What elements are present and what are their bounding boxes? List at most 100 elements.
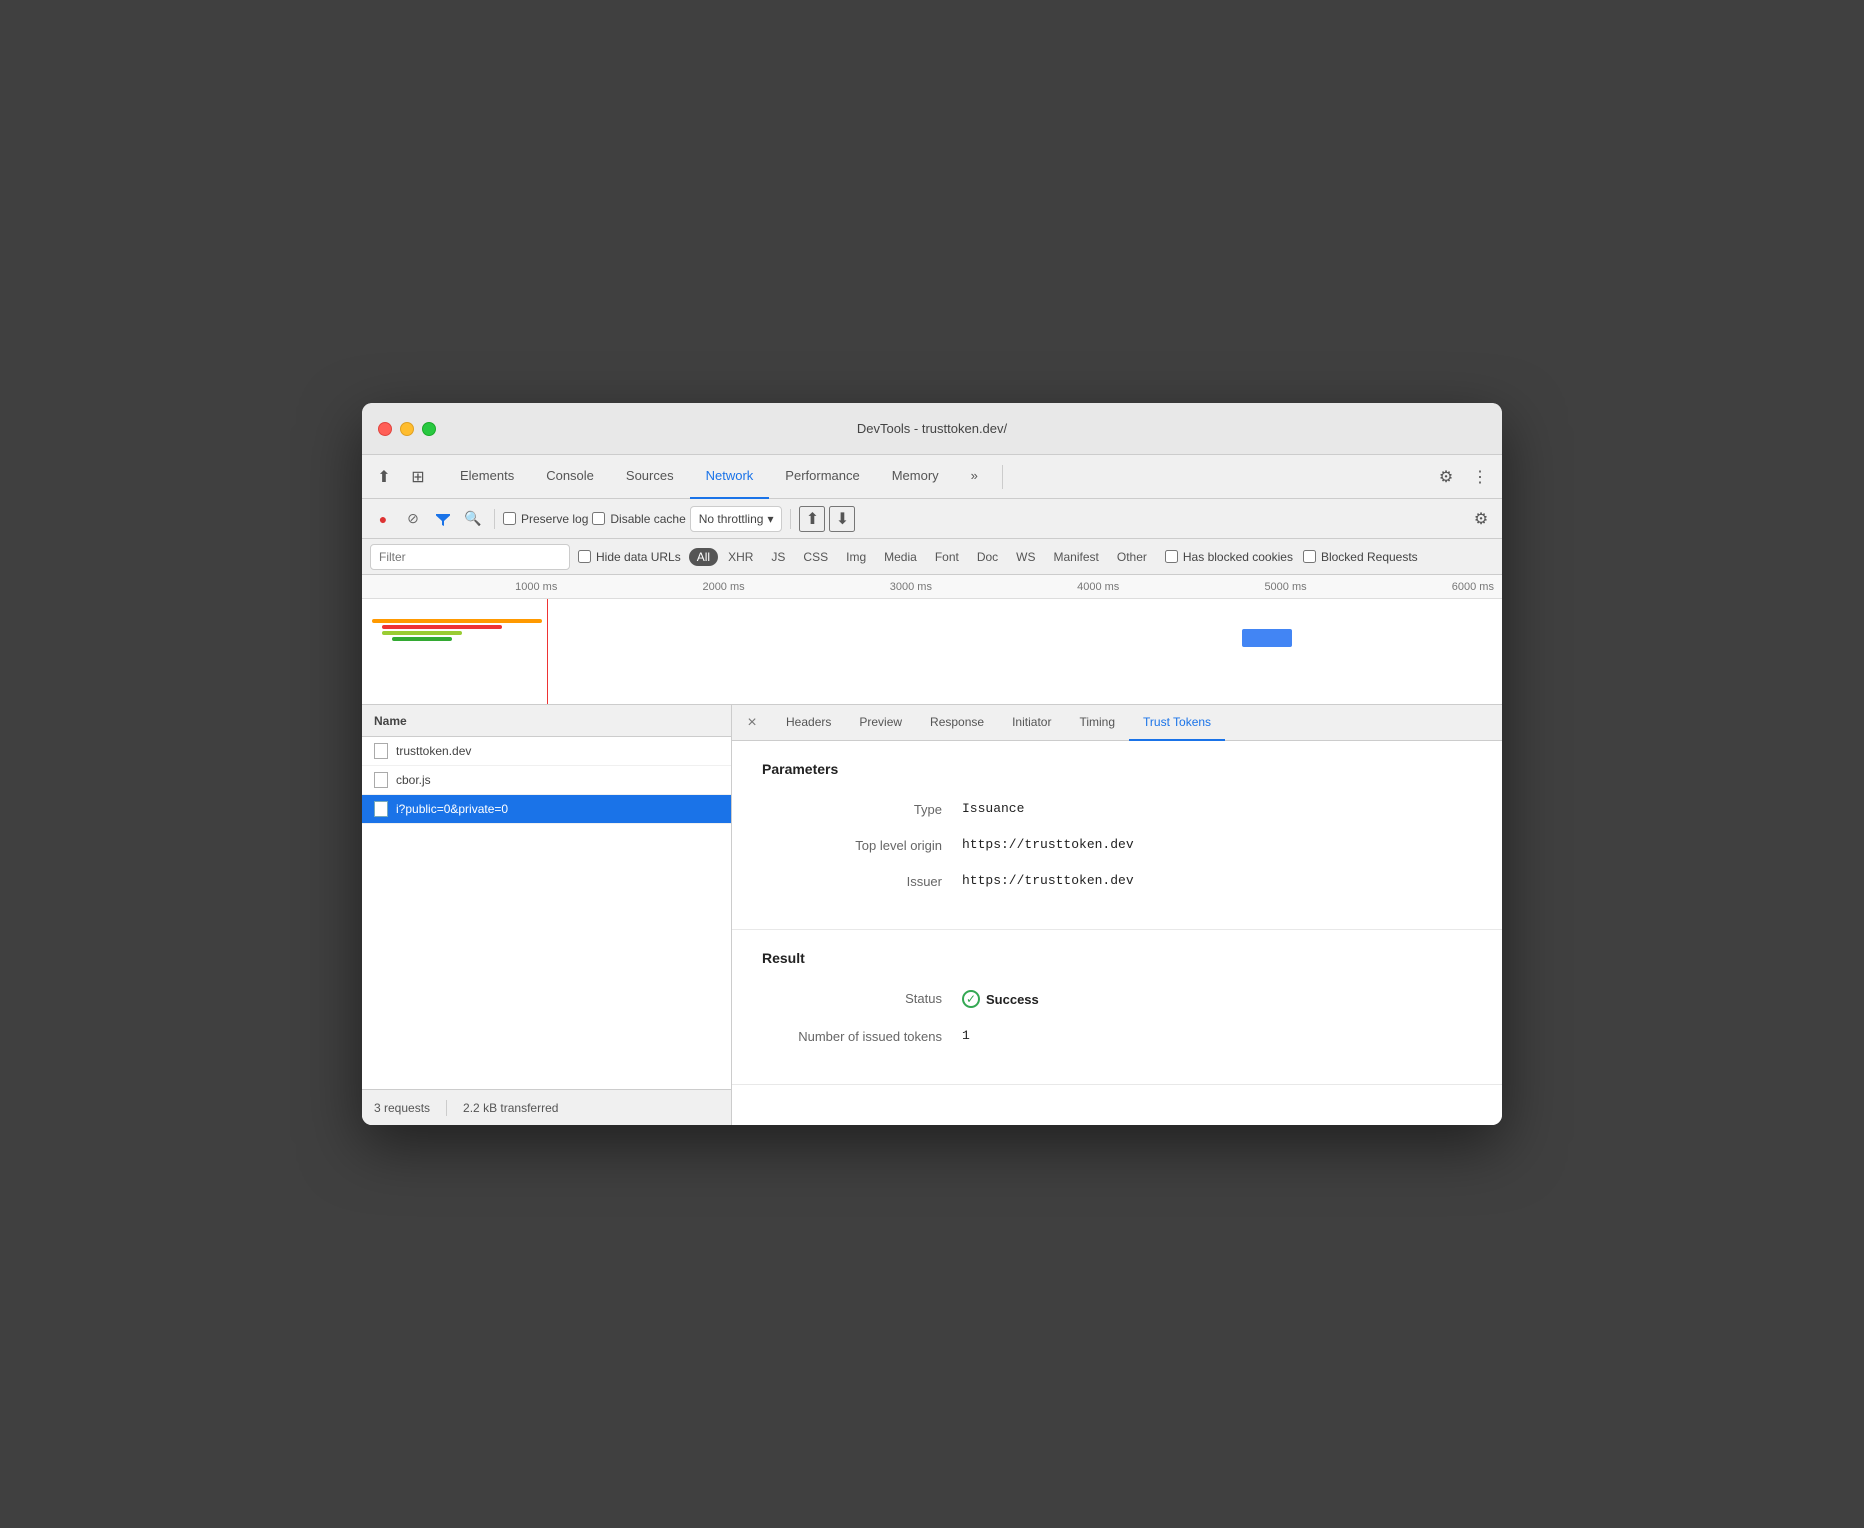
has-blocked-cookies-checkbox[interactable]: [1165, 550, 1178, 563]
result-section: Result Status ✓ Success Number of issued…: [732, 930, 1502, 1085]
filter-type-doc[interactable]: Doc: [969, 548, 1006, 566]
ruler-5000ms: 5000 ms: [1119, 581, 1306, 593]
left-panel-footer: 3 requests 2.2 kB transferred: [362, 1089, 731, 1125]
tab-bar: ⬆ ⊞ Elements Console Sources Network Per…: [362, 455, 1502, 499]
status-label: Status: [762, 990, 942, 1006]
timeline[interactable]: 1000 ms 2000 ms 3000 ms 4000 ms 5000 ms …: [362, 575, 1502, 705]
tab-performance[interactable]: Performance: [769, 455, 875, 499]
filter-type-font[interactable]: Font: [927, 548, 967, 566]
ruler-2000ms: 2000 ms: [557, 581, 744, 593]
filter-button[interactable]: [430, 506, 456, 532]
disable-cache-checkbox[interactable]: [592, 512, 605, 525]
close-panel-button[interactable]: ×: [740, 711, 764, 735]
issuer-value: https://trusttoken.dev: [962, 873, 1134, 888]
ruler-4000ms: 4000 ms: [932, 581, 1119, 593]
timeline-dcl-marker: [547, 599, 548, 705]
filter-type-other[interactable]: Other: [1109, 548, 1155, 566]
filter-input[interactable]: [370, 544, 570, 570]
request-item-cbor[interactable]: cbor.js: [362, 766, 731, 795]
panel-tab-preview[interactable]: Preview: [845, 705, 916, 741]
hide-data-urls-label[interactable]: Hide data URLs: [578, 550, 681, 564]
panel-tab-initiator[interactable]: Initiator: [998, 705, 1065, 741]
more-icon-btn[interactable]: ⋮: [1466, 463, 1494, 491]
toolbar: ● ⊘ 🔍 Preserve log Disable cache No thro…: [362, 499, 1502, 539]
trust-tokens-content: Parameters Type Issuance Top level origi…: [732, 741, 1502, 1125]
success-icon: ✓: [962, 990, 980, 1008]
result-title: Result: [762, 950, 1472, 966]
timeline-bar-green: [392, 637, 452, 641]
layers-icon-btn[interactable]: ⊞: [404, 463, 432, 491]
panel-tab-headers[interactable]: Headers: [772, 705, 845, 741]
tab-separator: [1002, 465, 1003, 489]
timeline-bar-purple: [382, 631, 462, 635]
panel-tab-timing[interactable]: Timing: [1065, 705, 1129, 741]
cursor-icon-btn[interactable]: ⬆: [370, 463, 398, 491]
ruler-3000ms: 3000 ms: [745, 581, 932, 593]
filter-type-media[interactable]: Media: [876, 548, 925, 566]
timeline-waterfall-bars: [372, 619, 542, 641]
type-row: Type Issuance: [762, 801, 1472, 817]
filter-type-xhr[interactable]: XHR: [720, 548, 761, 566]
panel-tab-trust-tokens[interactable]: Trust Tokens: [1129, 705, 1225, 741]
filter-types: All XHR JS CSS Img Media Font Doc WS Man…: [689, 548, 1418, 566]
tab-elements[interactable]: Elements: [444, 455, 530, 499]
footer-separator: [446, 1100, 447, 1116]
toolbar-sep-1: [494, 509, 495, 529]
settings-icon-btn[interactable]: ⚙: [1432, 463, 1460, 491]
blocked-requests-checkbox[interactable]: [1303, 550, 1316, 563]
file-icon: [374, 743, 388, 759]
blocked-requests-label[interactable]: Blocked Requests: [1303, 550, 1418, 564]
toolbar-sep-2: [790, 509, 791, 529]
disable-cache-label[interactable]: Disable cache: [592, 512, 685, 526]
issuer-label: Issuer: [762, 873, 942, 889]
filter-type-img[interactable]: Img: [838, 548, 874, 566]
tab-network[interactable]: Network: [690, 455, 770, 499]
import-button[interactable]: ⬆: [799, 506, 825, 532]
status-row: Status ✓ Success: [762, 990, 1472, 1008]
maximize-traffic-light[interactable]: [422, 422, 436, 436]
hide-data-urls-checkbox[interactable]: [578, 550, 591, 563]
tab-console[interactable]: Console: [530, 455, 610, 499]
footer-requests: 3 requests: [374, 1101, 430, 1115]
left-panel: Name trusttoken.dev cbor.js i?public=0&p…: [362, 705, 732, 1125]
title-bar: DevTools - trusttoken.dev/: [362, 403, 1502, 455]
export-button[interactable]: ⬇: [829, 506, 855, 532]
request-item-issuance[interactable]: i?public=0&private=0: [362, 795, 731, 824]
chevron-down-icon: ▾: [767, 512, 773, 526]
tab-more[interactable]: »: [955, 455, 994, 499]
filter-type-js[interactable]: JS: [763, 548, 793, 566]
timeline-load-marker: [1242, 629, 1292, 647]
timeline-graph: [362, 599, 1502, 705]
filter-type-manifest[interactable]: Manifest: [1046, 548, 1107, 566]
top-level-origin-label: Top level origin: [762, 837, 942, 853]
request-name-trusttoken: trusttoken.dev: [396, 744, 471, 758]
record-button[interactable]: ●: [370, 506, 396, 532]
request-item-trusttoken[interactable]: trusttoken.dev: [362, 737, 731, 766]
devtools-window: DevTools - trusttoken.dev/ ⬆ ⊞ Elements …: [362, 403, 1502, 1125]
status-value-container: ✓ Success: [962, 990, 1039, 1008]
minimize-traffic-light[interactable]: [400, 422, 414, 436]
status-value: Success: [986, 992, 1039, 1007]
tab-sources[interactable]: Sources: [610, 455, 690, 499]
close-traffic-light[interactable]: [378, 422, 392, 436]
tab-memory[interactable]: Memory: [876, 455, 955, 499]
left-panel-header: Name: [362, 705, 731, 737]
preserve-log-label[interactable]: Preserve log: [503, 512, 588, 526]
filter-bar: Hide data URLs All XHR JS CSS Img Media …: [362, 539, 1502, 575]
network-settings-button[interactable]: ⚙: [1468, 506, 1494, 532]
timeline-bar-red: [382, 625, 502, 629]
preserve-log-checkbox[interactable]: [503, 512, 516, 525]
has-blocked-cookies-label[interactable]: Has blocked cookies: [1165, 550, 1293, 564]
request-name-cbor: cbor.js: [396, 773, 431, 787]
tab-bar-right: ⚙ ⋮: [1432, 463, 1494, 491]
filter-type-css[interactable]: CSS: [795, 548, 836, 566]
search-button[interactable]: 🔍: [460, 506, 486, 532]
tokens-row: Number of issued tokens 1: [762, 1028, 1472, 1044]
filter-type-ws[interactable]: WS: [1008, 548, 1043, 566]
panel-tab-response[interactable]: Response: [916, 705, 998, 741]
throttle-select[interactable]: No throttling ▾: [690, 506, 783, 532]
block-button[interactable]: ⊘: [400, 506, 426, 532]
filter-type-all[interactable]: All: [689, 548, 718, 566]
file-icon-cbor: [374, 772, 388, 788]
ruler-6000ms: 6000 ms: [1307, 581, 1494, 593]
